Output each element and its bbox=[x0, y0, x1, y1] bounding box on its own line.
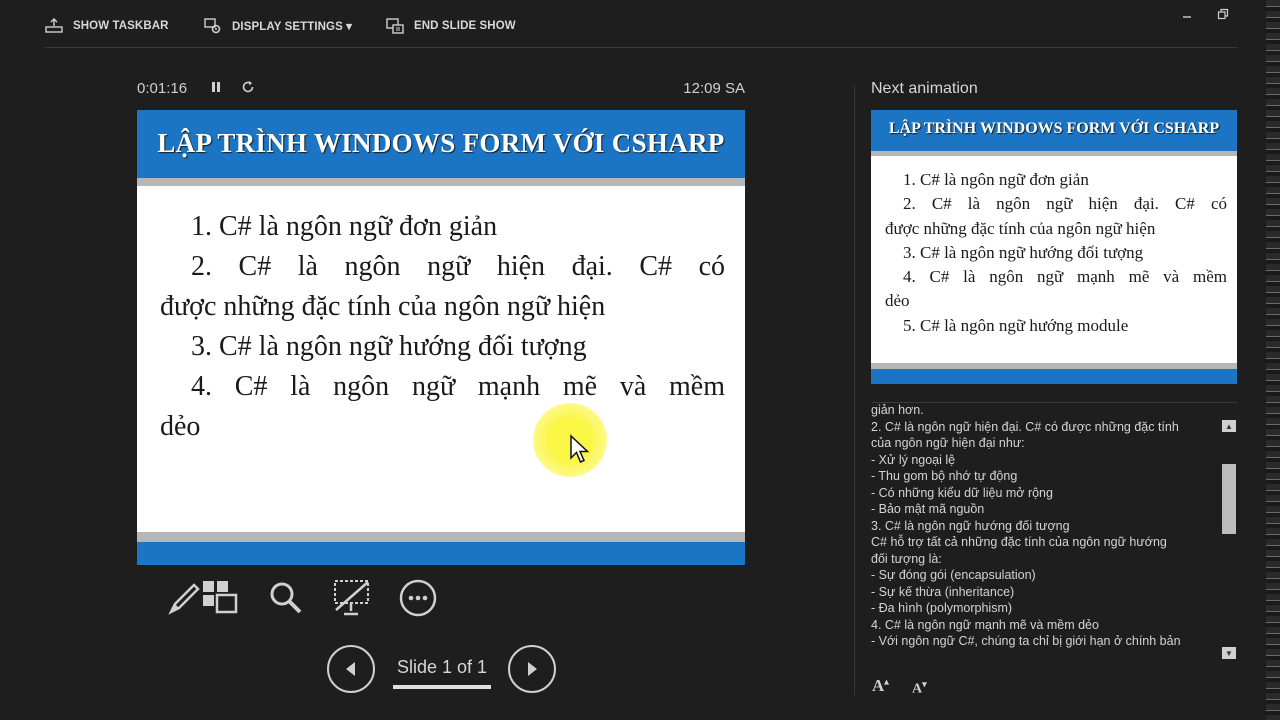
notes-scroll-up-button[interactable]: ▲ bbox=[1222, 420, 1236, 432]
notes-line: 3. C# là ngôn ngữ hướng đối tượng bbox=[871, 518, 1070, 533]
slide-counter-underline bbox=[393, 685, 491, 689]
restart-timer-icon[interactable] bbox=[241, 80, 255, 97]
increase-font-label: A bbox=[872, 676, 885, 695]
pen-icon[interactable] bbox=[165, 578, 205, 618]
chevron-left-icon bbox=[346, 662, 355, 676]
notes-line: - Sự kế thừa (inheritance) bbox=[871, 584, 1015, 599]
next-slide-button[interactable] bbox=[508, 645, 556, 693]
title-bar-stripe bbox=[137, 178, 745, 186]
decrease-font-label: A bbox=[912, 681, 923, 697]
show-taskbar-button[interactable]: SHOW TASKBAR bbox=[45, 16, 169, 36]
increase-font-button[interactable]: A▴ bbox=[872, 676, 889, 696]
current-slide[interactable]: LẬP TRÌNH WINDOWS FORM VỚI CSHARP 1. C# … bbox=[137, 110, 745, 565]
end-slide-show-button[interactable]: END SLIDE SHOW bbox=[386, 16, 516, 36]
notes-line: giản hơn. bbox=[871, 404, 924, 417]
preview-line: 2. C# là ngôn ngữ hiện đại. C# có bbox=[903, 194, 1227, 214]
window-edge bbox=[1266, 0, 1280, 720]
preview-body: 1. C# là ngôn ngữ đơn giản 2. C# là ngôn… bbox=[885, 168, 1227, 338]
preview-line: 5. C# là ngôn ngữ hướng module bbox=[903, 315, 1129, 335]
preview-title-bar: LẬP TRÌNH WINDOWS FORM VỚI CSHARP bbox=[871, 110, 1237, 156]
minimize-icon[interactable] bbox=[1176, 6, 1198, 22]
toolbar-divider bbox=[45, 47, 1237, 48]
slide-counter[interactable]: Slide 1 of 1 bbox=[393, 657, 491, 678]
notes-line: - Xử lý ngoại lệ bbox=[871, 452, 956, 467]
notes-line: 4. C# là ngôn ngữ mạnh mẽ và mềm dẻo bbox=[871, 617, 1099, 632]
notes-line: đối tượng là: bbox=[871, 551, 942, 566]
slide-body: 1. C# là ngôn ngữ đơn giản 2. C# là ngôn… bbox=[160, 207, 725, 447]
next-animation-preview[interactable]: LẬP TRÌNH WINDOWS FORM VỚI CSHARP 1. C# … bbox=[871, 110, 1237, 384]
black-screen-icon[interactable] bbox=[332, 578, 372, 618]
see-all-slides-icon[interactable] bbox=[200, 578, 240, 618]
next-animation-label: Next animation bbox=[871, 80, 978, 97]
restore-icon[interactable] bbox=[1212, 6, 1234, 22]
slide-line: được những đặc tính của ngôn ngữ hiện bbox=[160, 291, 606, 322]
mouse-cursor-icon bbox=[570, 434, 590, 463]
slide-title-bar: LẬP TRÌNH WINDOWS FORM VỚI CSHARP bbox=[137, 110, 745, 186]
notes-divider bbox=[871, 402, 1237, 403]
preview-title-stripe bbox=[871, 151, 1237, 156]
notes-line: - Bảo mật mã nguồn bbox=[871, 502, 985, 516]
slide-line: 4. C# là ngôn ngữ mạnh mẽ và mềm bbox=[191, 371, 725, 402]
show-taskbar-label: SHOW TASKBAR bbox=[73, 20, 169, 32]
slide-line: dẻo bbox=[160, 411, 201, 442]
chevron-right-icon bbox=[528, 662, 537, 676]
speaker-notes[interactable]: giản hơn. 2. C# là ngôn ngữ hiện đại. C#… bbox=[871, 404, 1217, 664]
increase-font-icon: ▴ bbox=[884, 676, 889, 687]
taskbar-icon bbox=[45, 18, 63, 33]
pause-icon[interactable] bbox=[210, 80, 222, 97]
notes-line: - Đa hình (polymorphism) bbox=[871, 601, 1013, 615]
preview-line: 4. C# là ngôn ngữ mạnh mẽ và mềm bbox=[903, 267, 1227, 287]
end-slide-show-label: END SLIDE SHOW bbox=[414, 20, 516, 32]
panel-divider bbox=[854, 85, 855, 695]
slide-line: 3. C# là ngôn ngữ hướng đối tượng bbox=[191, 331, 587, 362]
notes-line: - Có những kiểu dữ liệu mở rộng bbox=[871, 485, 1053, 500]
previous-slide-button[interactable] bbox=[327, 645, 375, 693]
notes-line: C# hỗ trợ tất cả những đặc tính của ngôn… bbox=[871, 535, 1167, 549]
notes-line: 2. C# là ngôn ngữ hiện đại. C# có được n… bbox=[871, 419, 1179, 434]
zoom-icon[interactable] bbox=[266, 578, 306, 618]
slide-navigation: Slide 1 of 1 bbox=[327, 645, 557, 695]
end-show-icon bbox=[386, 18, 404, 34]
preview-line: dẻo bbox=[885, 291, 910, 311]
slide-line: 1. C# là ngôn ngữ đơn giản bbox=[191, 211, 498, 242]
preview-title: LẬP TRÌNH WINDOWS FORM VỚI CSHARP bbox=[888, 120, 1220, 137]
preview-line: 3. C# là ngôn ngữ hướng đối tượng bbox=[903, 242, 1144, 262]
clock: 12:09 SA bbox=[683, 80, 745, 97]
timer-row: 0:01:16 12:09 SA bbox=[137, 80, 745, 100]
preview-footer-bar bbox=[871, 369, 1237, 384]
notes-line: - Với ngôn ngữ C#, chúng ta chỉ bị giới … bbox=[871, 634, 1181, 648]
display-settings-label: DISPLAY SETTINGS ▾ bbox=[232, 21, 353, 33]
decrease-font-button[interactable]: A▾ bbox=[912, 679, 927, 698]
notes-line: của ngôn ngữ hiện đại như: bbox=[871, 436, 1025, 450]
elapsed-timer: 0:01:16 bbox=[137, 80, 188, 97]
notes-scroll-down-button[interactable]: ▼ bbox=[1222, 647, 1236, 659]
slide-title: LẬP TRÌNH WINDOWS FORM VỚI CSHARP bbox=[157, 128, 725, 158]
slide-line: 2. C# là ngôn ngữ hiện đại. C# có bbox=[191, 251, 725, 282]
preview-line: 1. C# là ngôn ngữ đơn giản bbox=[903, 170, 1089, 189]
presenter-toolbar: SHOW TASKBAR DISPLAY SETTINGS ▾ END SLID… bbox=[0, 0, 1280, 50]
notes-scrollbar-thumb[interactable] bbox=[1222, 464, 1236, 534]
preview-line: được những đặc tính của ngôn ngữ hiện bbox=[885, 218, 1156, 238]
slide-footer-stripe bbox=[137, 532, 745, 542]
notes-line: - Thu gom bộ nhớ tự động bbox=[871, 469, 1018, 483]
more-options-icon[interactable] bbox=[398, 578, 438, 618]
notes-line: - Sự đóng gói (encapsulation) bbox=[871, 568, 1036, 582]
display-settings-button[interactable]: DISPLAY SETTINGS ▾ bbox=[204, 16, 352, 36]
decrease-font-icon: ▾ bbox=[922, 679, 927, 689]
gear-icon bbox=[204, 18, 221, 34]
slide-footer-bar bbox=[137, 542, 745, 565]
